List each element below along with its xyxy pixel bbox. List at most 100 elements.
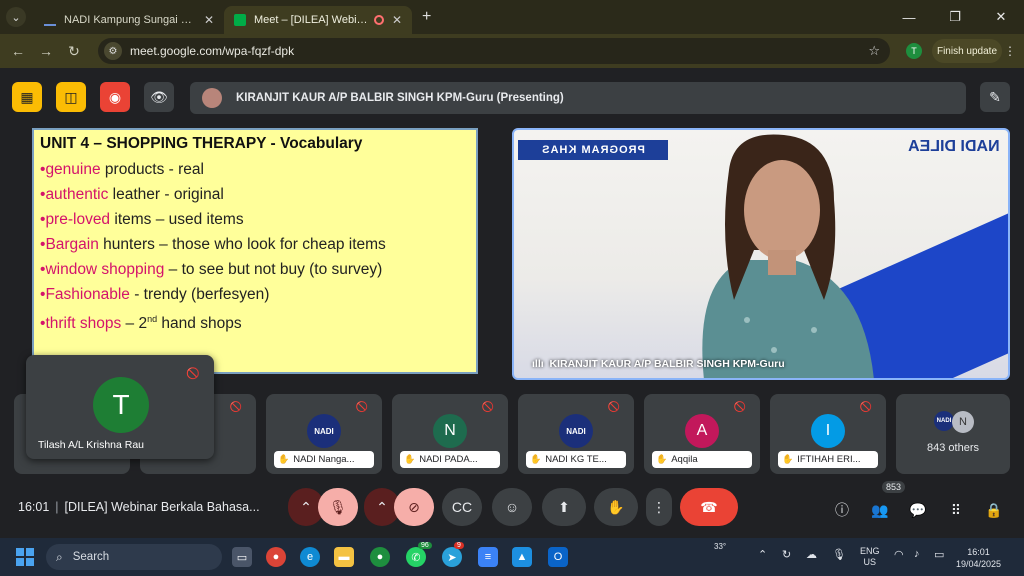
browser-tab-bar: ⌄ NADI Kampung Sungai Rambai ✕ Meet – [D… [0, 0, 1024, 34]
participant-tile[interactable]: 🚫 N ✋ NADI PADA... [392, 394, 508, 474]
chrome-icon[interactable]: ● [266, 547, 286, 567]
outlook-icon[interactable]: O [548, 547, 568, 567]
weather-widget[interactable]: 33° [714, 542, 726, 551]
task-view-icon[interactable]: ▭ [232, 547, 252, 567]
info-icon[interactable]: ⓘ [830, 498, 854, 522]
minimize-button[interactable]: — [886, 10, 932, 25]
chat-icon[interactable]: 💬 [906, 498, 930, 522]
participant-tile[interactable]: 🚫 NADI ✋ NADI KG TE... [518, 394, 634, 474]
participant-tile[interactable]: 🚫 A ✋ Aqqila [644, 394, 760, 474]
tray-app-icon[interactable]: ↻ [782, 548, 791, 561]
present-button[interactable]: ⬆ [542, 488, 586, 526]
raise-hand-button[interactable]: ✋ [594, 488, 638, 526]
wifi-icon[interactable]: ◠ [894, 548, 904, 561]
search-icon: ⌕ [56, 549, 63, 564]
taskbar-search-input[interactable]: ⌕ Search [46, 544, 222, 570]
avatar: NADI [934, 411, 954, 431]
close-tab-icon[interactable]: ✕ [392, 13, 402, 27]
notepad-icon[interactable]: ≡ [478, 547, 498, 567]
others-count: 843 others [927, 442, 979, 454]
participant-tile[interactable]: 🚫 NADI ✋ NADI Nanga... [266, 394, 382, 474]
slide-line: •window shopping – to see but not buy (t… [40, 261, 383, 278]
presenter-avatar [202, 88, 222, 108]
viewer-visibility-button[interactable]: 👁 [144, 82, 174, 112]
participant-name: ✋ NADI PADA... [400, 451, 500, 468]
breakout-rooms-button[interactable]: ◫ [56, 82, 86, 112]
battery-icon[interactable]: ▭ [934, 548, 944, 561]
clock[interactable]: 16:01 19/04/2025 [956, 546, 1001, 570]
slide-line: •genuine products - real [40, 161, 204, 178]
hand-icon: ✋ [530, 454, 542, 464]
close-tab-icon[interactable]: ✕ [204, 13, 214, 27]
volume-icon[interactable]: ♪ [914, 548, 920, 560]
finish-update-button[interactable]: Finish update [932, 39, 1002, 63]
file-explorer-icon[interactable]: ▬ [334, 547, 354, 567]
speaker-name-label: ıllı KIRANJIT KAUR A/P BALBIR SINGH KPM-… [532, 358, 785, 370]
avatar: NADI [307, 414, 341, 448]
activities-icon[interactable]: ⠿ [944, 498, 968, 522]
meet-main: ▦ ◫ ◉ 👁 KIRANJIT KAUR A/P BALBIR SINGH K… [0, 68, 1024, 538]
slide-line: •Bargain hunters – those who look for ch… [40, 236, 386, 253]
hand-icon: ✋ [404, 454, 416, 464]
leave-call-button[interactable]: ☎ [680, 488, 738, 526]
profile-avatar[interactable]: T [906, 43, 922, 59]
tab-favicon-icon [44, 14, 56, 26]
new-tab-button[interactable]: + [422, 8, 431, 26]
avatar: T [93, 377, 149, 433]
avatar: N [952, 411, 974, 433]
hand-icon: ✋ [782, 454, 794, 464]
participant-tile[interactable]: 🚫 I ✋ IFTIHAH ERI... [770, 394, 886, 474]
mic-off-tray-icon[interactable]: 🎙 [832, 548, 846, 561]
mic-toggle-button[interactable]: 🎙 [318, 488, 358, 526]
windows-start-icon[interactable] [16, 548, 34, 566]
people-icon[interactable]: 👥 [868, 498, 892, 522]
mic-off-icon: 🚫 [355, 402, 369, 413]
recording-button[interactable]: ◉ [100, 82, 130, 112]
participant-name: Tilash A/L Krishna Rau [38, 439, 145, 451]
window-controls: — ❐ ✕ [886, 0, 1024, 34]
host-controls-button[interactable]: ▦ [12, 82, 42, 112]
others-tile[interactable]: NADI N 843 others [896, 394, 1010, 474]
hand-icon: ✋ [656, 454, 668, 464]
tab-meet[interactable]: Meet – [DILEA] Webinar Berkala Bahasa In… [224, 6, 412, 34]
tab-nadi[interactable]: NADI Kampung Sungai Rambai ✕ [34, 6, 224, 34]
participant-name: ✋ NADI KG TE... [526, 451, 626, 468]
edge-icon[interactable]: e [300, 547, 320, 567]
more-options-button[interactable]: ⋮ [646, 488, 672, 526]
participant-name: ✋ Aqqila [652, 451, 752, 468]
tab-search-button[interactable]: ⌄ [6, 7, 26, 27]
meeting-info: 16:01 | [DILEA] Webinar Berkala Bahasa... [18, 500, 260, 514]
speaker-video-tile[interactable]: PROGRAM KHAS NADI DILEA ıllı KIRANJIT KA… [512, 128, 1010, 380]
bookmark-star-icon[interactable]: ☆ [868, 43, 880, 59]
reactions-button[interactable]: ☺ [492, 488, 532, 526]
chrome-active-icon[interactable]: ● [370, 547, 390, 567]
meeting-time: 16:01 [18, 500, 50, 514]
self-view-tile[interactable]: 🚫 T Tilash A/L Krishna Rau [26, 355, 214, 459]
avatar: NADI [559, 414, 593, 448]
mic-off-icon: 🚫 [481, 402, 495, 413]
slide-line: •thrift shops – 2nd hand shops [40, 314, 242, 333]
reload-icon[interactable]: ↻ [60, 43, 88, 60]
annotate-pen-icon[interactable]: ✎ [980, 82, 1010, 112]
maximize-button[interactable]: ❐ [932, 9, 978, 25]
forward-icon[interactable]: → [32, 43, 60, 59]
windows-taskbar: ⌕ Search ▭ ● e ▬ ● ✆ 96 ➤ 9 ≡ ▲ O 33° ⌃ … [0, 538, 1024, 576]
slide-line: •Fashionable - trendy (berfesyen) [40, 286, 270, 303]
host-lock-icon[interactable]: 🔒 [982, 498, 1006, 522]
camera-toggle-button[interactable]: ⊘ [394, 488, 434, 526]
url-input[interactable]: ⚙ meet.google.com/wpa-fqzf-dpk ☆ [98, 38, 890, 64]
browser-menu-icon[interactable]: ⋮ [1004, 44, 1016, 58]
close-window-button[interactable]: ✕ [978, 9, 1024, 25]
back-icon[interactable]: ← [4, 43, 32, 59]
photos-icon[interactable]: ▲ [512, 547, 532, 567]
site-info-icon[interactable]: ⚙ [104, 42, 122, 60]
cloud-icon[interactable]: ☁ [806, 548, 817, 561]
telegram-icon[interactable]: ➤ [442, 547, 462, 567]
tray-chevron-icon[interactable]: ⌃ [758, 548, 767, 561]
presentation-slide: UNIT 4 – SHOPPING THERAPY - Vocabulary •… [32, 128, 478, 374]
whatsapp-icon[interactable]: ✆ [406, 547, 426, 567]
language-indicator[interactable]: ENG US [860, 546, 880, 568]
avatar: N [433, 414, 467, 448]
captions-button[interactable]: CC [442, 488, 482, 526]
speaker-image [702, 134, 874, 378]
